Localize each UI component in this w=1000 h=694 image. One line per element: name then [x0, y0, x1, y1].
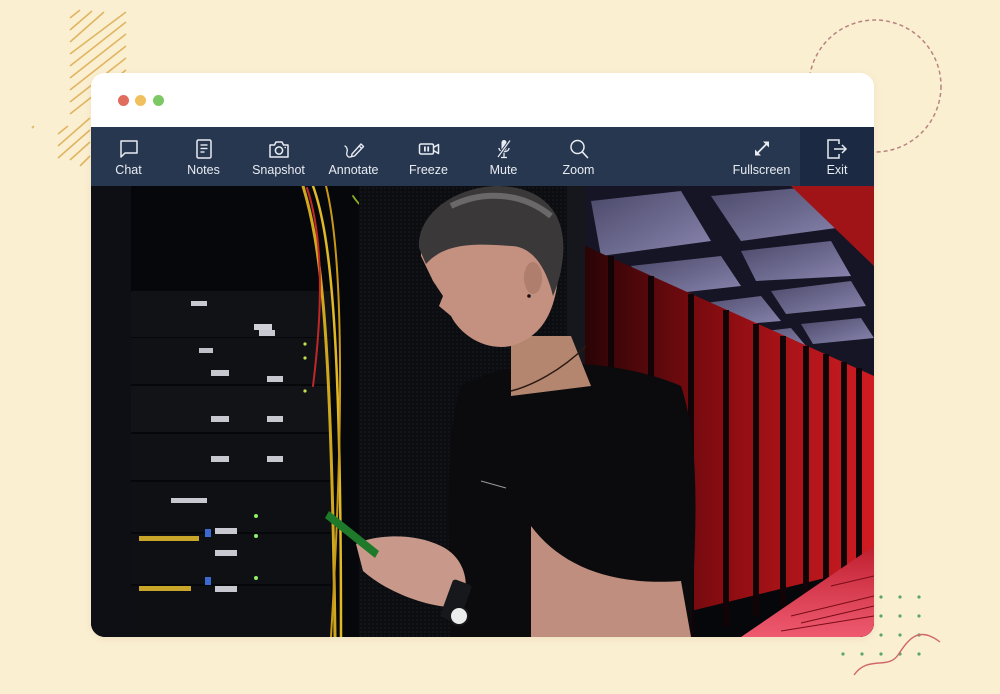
- notes-icon: [192, 138, 216, 160]
- fullscreen-label: Fullscreen: [732, 163, 791, 177]
- snapshot-button[interactable]: Snapshot: [241, 127, 316, 186]
- zoom-label: Zoom: [562, 163, 595, 177]
- video-frame: [91, 186, 874, 637]
- pencil-icon: [342, 138, 366, 160]
- snapshot-label: Snapshot: [252, 163, 305, 177]
- exit-label: Exit: [826, 163, 848, 177]
- exit-icon: [825, 138, 849, 160]
- magnifier-icon: [567, 138, 591, 160]
- chat-button[interactable]: Chat: [91, 127, 166, 186]
- call-toolbar: Chat Notes Snapshot Annotate Freeze Mute…: [91, 127, 874, 186]
- chat-label: Chat: [115, 163, 142, 177]
- video-call-window: Chat Notes Snapshot Annotate Freeze Mute…: [91, 73, 874, 637]
- microphone-muted-icon: [492, 138, 516, 160]
- annotate-label: Annotate: [328, 163, 379, 177]
- chat-bubble-icon: [117, 138, 141, 160]
- rack-frame: [91, 186, 131, 637]
- notes-label: Notes: [187, 163, 220, 177]
- expand-arrows-icon: [750, 138, 774, 160]
- title-bar: [91, 73, 874, 127]
- fullscreen-button[interactable]: Fullscreen: [724, 127, 799, 186]
- video-pause-icon: [417, 138, 441, 160]
- minimize-window-button[interactable]: [135, 95, 146, 106]
- freeze-button[interactable]: Freeze: [391, 127, 466, 186]
- mute-button[interactable]: Mute: [466, 127, 541, 186]
- close-window-button[interactable]: [118, 95, 129, 106]
- exit-button[interactable]: Exit: [800, 127, 874, 186]
- mute-label: Mute: [489, 163, 518, 177]
- camera-icon: [267, 138, 291, 160]
- video-feed: [91, 186, 874, 637]
- notes-button[interactable]: Notes: [166, 127, 241, 186]
- zoom-button[interactable]: Zoom: [541, 127, 616, 186]
- maximize-window-button[interactable]: [153, 95, 164, 106]
- annotate-button[interactable]: Annotate: [316, 127, 391, 186]
- freeze-label: Freeze: [409, 163, 448, 177]
